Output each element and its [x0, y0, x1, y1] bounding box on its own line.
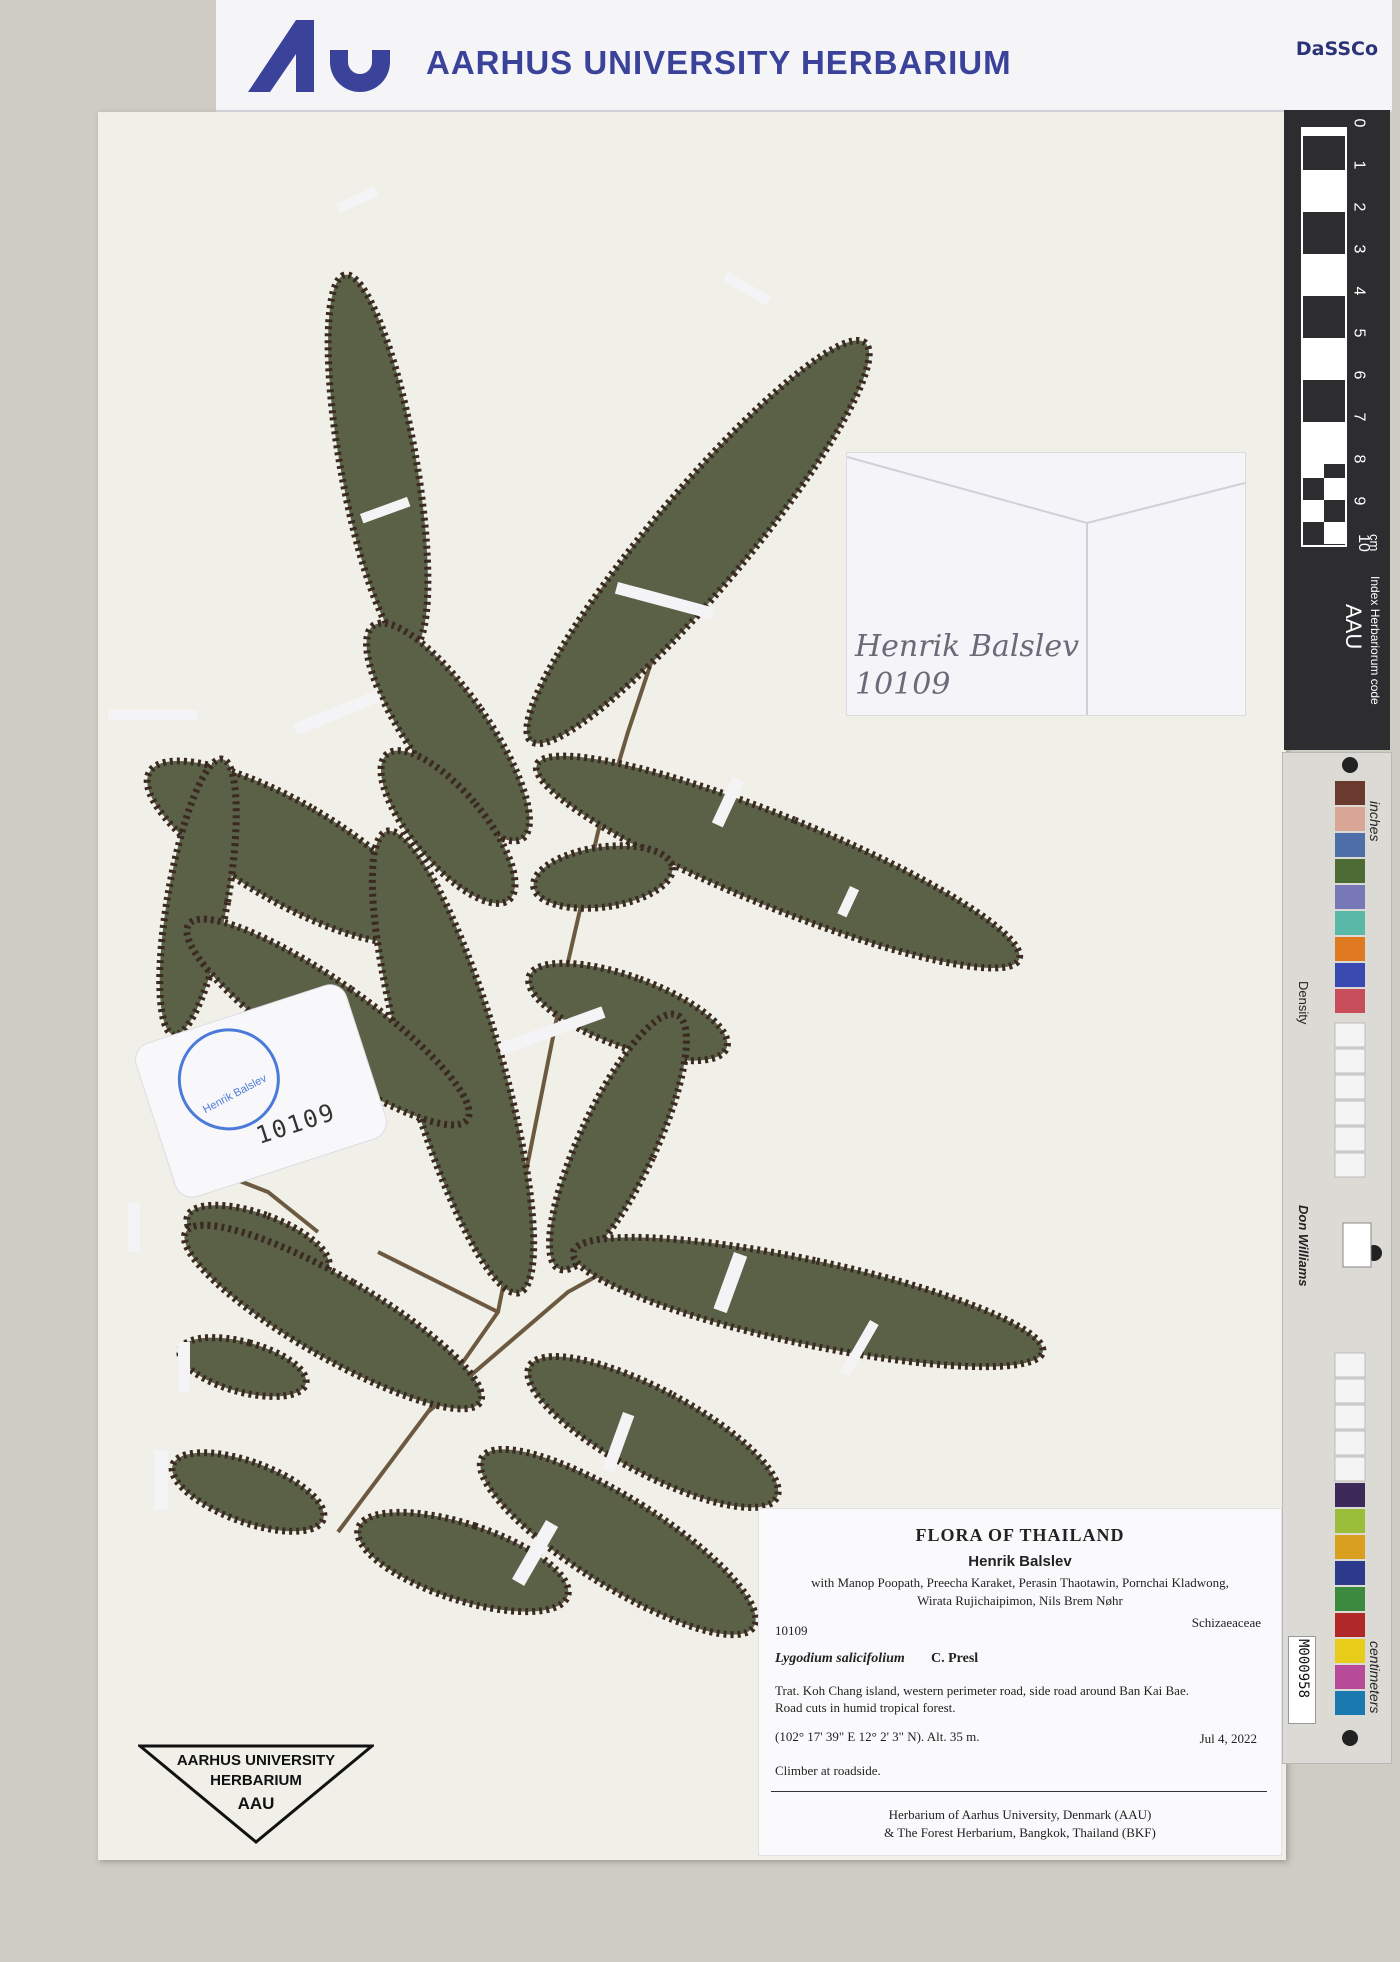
ruler-num-5: 5 [1350, 328, 1368, 338]
header-banner: AARHUS UNIVERSITY HERBARIUM DaSSCo [216, 0, 1392, 112]
label-species: Lygodium salicifolium [775, 1651, 905, 1666]
ruler-num-9: 9 [1350, 496, 1368, 506]
label-author: C. Presl [931, 1651, 979, 1666]
ruler-num-2: 2 [1350, 202, 1368, 212]
ruler-unit: cm [1367, 534, 1382, 552]
label-collector: Henrik Balslev [968, 1553, 1072, 1570]
dassco-logo: DaSSCo [1295, 38, 1378, 60]
ruler-code-label: Index Herbariorum code [1368, 576, 1382, 705]
label-habit: Climber at roadside. [775, 1763, 881, 1778]
label-footer2: & The Forest Herbarium, Bangkok, Thailan… [884, 1825, 1156, 1840]
herbarium-triangle-stamp: AARHUS UNIVERSITY HERBARIUM AAU [135, 1744, 377, 1844]
ruler-num-0: 0 [1350, 118, 1368, 128]
label-with-line2: Wirata Rujichaipimon, Nils Brem Nøhr [917, 1593, 1123, 1608]
label-number: 10109 [775, 1623, 808, 1638]
ruler-num-7: 7 [1350, 412, 1368, 422]
scale-ruler: 0 1 2 3 4 5 6 7 8 9 10 cm Index Herbario… [1284, 110, 1390, 750]
envelope-collector: Henrik Balslev [855, 629, 1080, 664]
barcode-number: M000958 [1295, 1639, 1311, 1699]
colorbar-details [1334, 757, 1382, 1746]
triangle-line3: AAU [237, 1794, 275, 1813]
stamp-text: Henrik Balslev [201, 1072, 269, 1117]
catalog-barcode: M000958 [1288, 1636, 1316, 1724]
label-date: Jul 4, 2022 [1199, 1731, 1257, 1746]
triangle-line2: HERBARIUM [210, 1772, 302, 1789]
label-family: Schizaeaceae [1191, 1615, 1261, 1630]
label-locality2: Road cuts in humid tropical forest. [775, 1700, 956, 1715]
label-coordinates: (102° 17' 39" E 12° 2' 3" N). Alt. 35 m. [775, 1729, 980, 1744]
ruler-num-8: 8 [1350, 454, 1368, 464]
specimen-label: FLORA OF THAILAND Henrik Balslev with Ma… [758, 1508, 1282, 1856]
aarhus-university-logo [248, 20, 390, 92]
ruler-code: AAU [1341, 604, 1366, 650]
label-locality1: Trat. Koh Chang island, western perimete… [775, 1683, 1189, 1698]
banner-title: AARHUS UNIVERSITY HERBARIUM [426, 44, 1012, 81]
ruler-num-6: 6 [1350, 370, 1368, 380]
color-calibration-bar: inches Density Don Williams centimeters [1282, 752, 1392, 1764]
label-with-line1: with Manop Poopath, Preecha Karaket, Per… [811, 1575, 1229, 1590]
triangle-line1: AARHUS UNIVERSITY [176, 1752, 336, 1769]
ruler-num-1: 1 [1350, 160, 1368, 170]
envelope-number: 10109 [855, 667, 951, 702]
ruler-num-4: 4 [1350, 286, 1368, 296]
envelope: Henrik Balslev 10109 [846, 452, 1246, 716]
ruler-num-3: 3 [1350, 244, 1368, 254]
label-title: FLORA OF THAILAND [915, 1525, 1125, 1545]
label-divider [771, 1791, 1267, 1792]
label-footer1: Herbarium of Aarhus University, Denmark … [888, 1807, 1152, 1822]
